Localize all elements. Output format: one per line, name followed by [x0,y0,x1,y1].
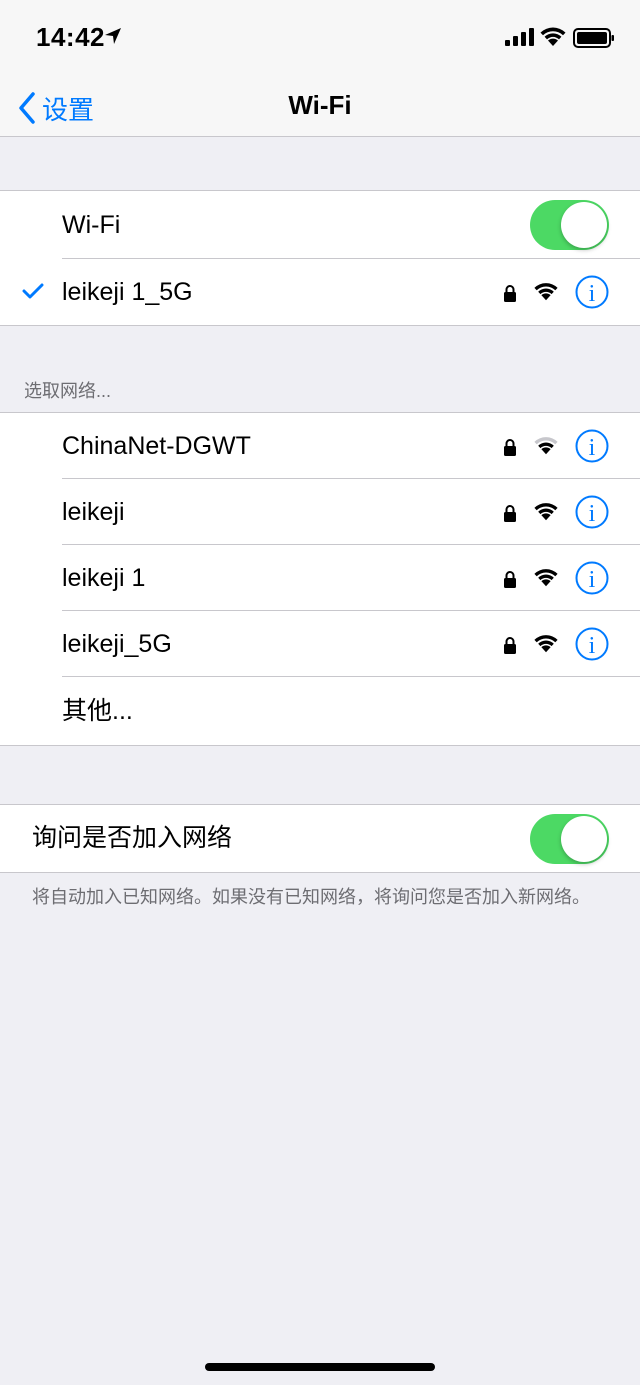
wifi-signal-weak-icon [534,437,558,455]
wifi-label: Wi-Fi [62,211,121,239]
status-time: 14:42 [36,22,105,52]
network-row[interactable]: ChinaNet-DGWT i [0,413,640,479]
wifi-toggle-row: Wi-Fi [0,191,640,259]
wifi-toggle[interactable] [530,200,609,250]
info-icon[interactable]: i [575,429,609,463]
connected-network-name: leikeji 1_5G [62,278,193,306]
wifi-group: Wi-Fi leikeji 1_5G i [0,190,640,326]
network-row[interactable]: leikeji i [0,479,640,545]
battery-icon [573,28,614,48]
svg-text:i: i [589,435,596,461]
home-indicator [205,1363,435,1371]
ask-join-footer-note: 将自动加入已知网络。如果没有已知网络，将询问您是否加入新网络。 [32,887,590,907]
status-bar: 14:42 [0,0,640,80]
ask-join-group: 询问是否加入网络 [0,804,640,873]
checkmark-icon [22,283,44,299]
wifi-signal-icon [534,635,558,653]
navigation-bar: 设置 Wi-Fi [0,80,640,137]
other-network-label: 其他... [62,697,133,725]
connected-network-row[interactable]: leikeji 1_5G i [0,259,640,325]
ask-join-label: 询问是否加入网络 [32,824,233,852]
svg-text:i: i [589,633,596,659]
network-name: ChinaNet-DGWT [62,432,251,460]
wifi-signal-icon [534,569,558,587]
location-arrow-icon [105,28,121,44]
ask-join-row: 询问是否加入网络 [0,805,640,872]
wifi-signal-icon [534,503,558,521]
page-title: Wi-Fi [288,90,352,120]
network-name: leikeji 1 [62,564,146,592]
info-icon[interactable]: i [575,275,609,309]
wifi-signal-icon [534,283,558,301]
svg-text:i: i [589,281,596,307]
network-row[interactable]: leikeji 1 i [0,545,640,611]
network-name: leikeji [62,498,125,526]
lock-icon [504,285,516,302]
info-icon[interactable]: i [575,627,609,661]
info-icon[interactable]: i [575,561,609,595]
network-name: leikeji_5G [62,630,172,658]
wifi-status-icon [540,27,566,46]
ask-join-toggle[interactable] [530,814,609,864]
cellular-signal-icon [505,28,534,46]
lock-icon [504,571,516,588]
lock-icon [504,505,516,522]
other-network-row[interactable]: 其他... [0,677,640,745]
svg-text:i: i [589,567,596,593]
svg-text:i: i [589,501,596,527]
info-icon[interactable]: i [575,495,609,529]
lock-icon [504,637,516,654]
networks-group: ChinaNet-DGWT i leikeji i leikeji 1 i le… [0,412,640,746]
networks-section-header: 选取网络... [24,381,112,401]
lock-icon [504,439,516,456]
network-row[interactable]: leikeji_5G i [0,611,640,677]
